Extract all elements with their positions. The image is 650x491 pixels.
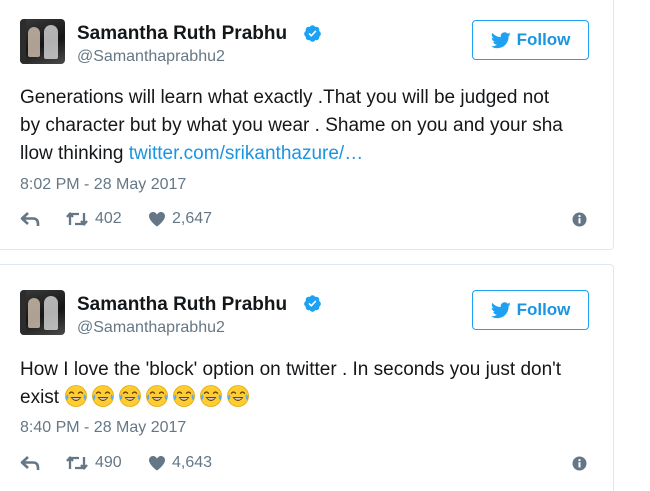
tweet-timestamp[interactable]: 8:40 PM - 28 May 2017 (20, 419, 186, 437)
like-button[interactable]: 2,647 (148, 207, 212, 231)
like-count: 2,647 (172, 210, 213, 227)
reply-icon (20, 212, 40, 226)
tears-of-joy-emoji-icon (173, 385, 196, 407)
tears-of-joy-emoji-icon (227, 385, 250, 407)
avatar[interactable] (20, 290, 65, 335)
tweet-timestamp[interactable]: 8:02 PM - 28 May 2017 (20, 176, 186, 194)
tweet-text-line: by character but by what you wear . Sham… (20, 115, 563, 136)
tweet-actions: 402 2,647 (20, 207, 590, 231)
info-icon (572, 456, 587, 470)
verified-badge-icon (304, 295, 321, 312)
tears-of-joy-emoji-icon (92, 385, 115, 407)
tweet-link[interactable]: twitter.com/srikanthazure/… (129, 143, 363, 164)
tweet-text: How I love the 'block' option on twitter… (20, 356, 595, 412)
like-button[interactable]: 4,643 (148, 451, 212, 475)
more-info-button[interactable] (572, 451, 587, 475)
verified-badge-icon (304, 25, 321, 42)
tweet-card: Samantha Ruth Prabhu @Samanthaprabhu2 Fo… (0, 264, 614, 491)
tweet-text-line: exist (20, 384, 595, 412)
tweet-text-line: llow thinking twitter.com/srikanthazure/… (20, 143, 364, 164)
heart-icon (149, 456, 165, 471)
twitter-bird-icon (490, 301, 511, 318)
reply-icon (20, 456, 40, 470)
tears-of-joy-emoji-icon (65, 385, 88, 407)
author-name[interactable]: Samantha Ruth Prabhu (77, 23, 287, 45)
follow-label: Follow (516, 300, 571, 319)
emoji-row (64, 385, 253, 408)
reply-button[interactable] (20, 451, 42, 475)
tweet-card: Samantha Ruth Prabhu @Samanthaprabhu2 Fo… (0, 0, 614, 250)
follow-label: Follow (516, 30, 571, 49)
like-count: 4,643 (172, 454, 213, 471)
retweet-icon (66, 212, 88, 226)
author-handle[interactable]: @Samanthaprabhu2 (77, 319, 225, 337)
reply-button[interactable] (20, 207, 42, 231)
more-info-button[interactable] (572, 207, 587, 231)
tears-of-joy-emoji-icon (119, 385, 142, 407)
tweet-actions: 490 4,643 (20, 451, 590, 475)
retweet-button[interactable]: 402 (65, 207, 122, 231)
author-handle[interactable]: @Samanthaprabhu2 (77, 48, 225, 66)
tweet-text-line: Generations will learn what exactly .Tha… (20, 87, 550, 108)
tears-of-joy-emoji-icon (146, 385, 169, 407)
twitter-bird-icon (490, 31, 511, 48)
retweet-count: 402 (95, 210, 122, 227)
follow-button[interactable]: Follow (472, 20, 589, 60)
avatar[interactable] (20, 19, 65, 64)
heart-icon (149, 212, 165, 227)
info-icon (572, 212, 587, 226)
follow-button[interactable]: Follow (472, 290, 589, 330)
retweet-icon (66, 456, 88, 470)
retweet-count: 490 (95, 454, 122, 471)
retweet-button[interactable]: 490 (65, 451, 122, 475)
tweet-text-line: How I love the 'block' option on twitter… (20, 359, 562, 380)
tears-of-joy-emoji-icon (200, 385, 223, 407)
tweet-text: Generations will learn what exactly .Tha… (20, 84, 595, 168)
author-name[interactable]: Samantha Ruth Prabhu (77, 294, 287, 316)
